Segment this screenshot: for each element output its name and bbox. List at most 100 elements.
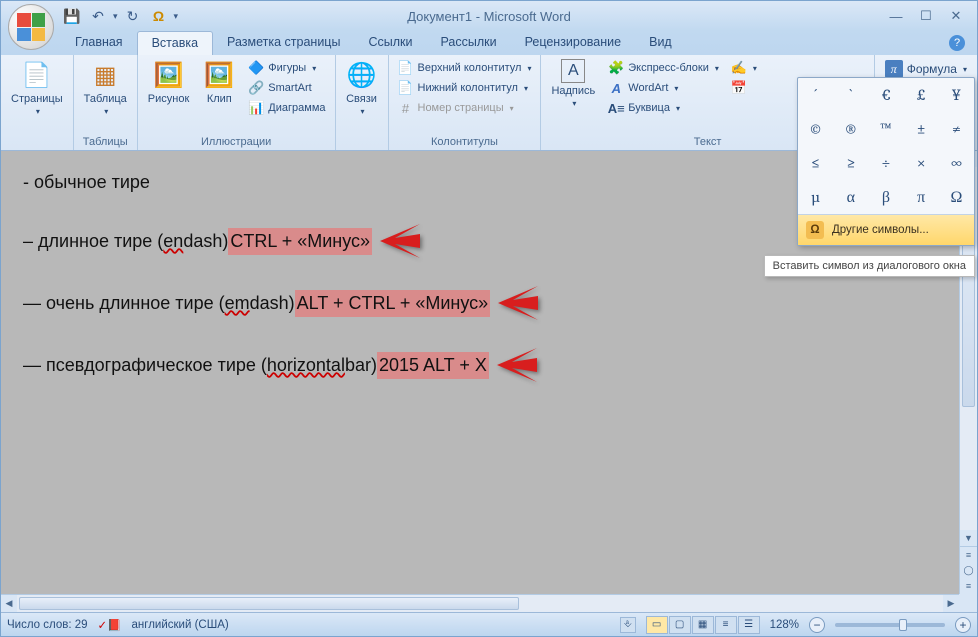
- symbol-cell[interactable]: ÷: [868, 146, 903, 180]
- symbol-cell[interactable]: £: [904, 78, 939, 112]
- office-button[interactable]: [8, 4, 54, 50]
- omega-icon: Ω: [806, 221, 824, 239]
- links-button[interactable]: 🌐 Связи▾: [340, 57, 384, 119]
- group-label: Таблицы: [78, 134, 133, 150]
- language-status[interactable]: английский (США): [132, 619, 229, 631]
- globe-icon: 🌐: [346, 59, 378, 91]
- insert-mode-icon[interactable]: ⎀: [620, 617, 636, 633]
- group-links: 🌐 Связи▾: [336, 55, 389, 150]
- redo-icon[interactable]: ↻: [122, 5, 144, 27]
- symbol-cell[interactable]: ∞: [939, 146, 974, 180]
- help-icon[interactable]: ?: [949, 35, 965, 51]
- dropcap-button[interactable]: A≡Буквица ▾: [605, 99, 722, 117]
- view-buttons: ▭ ▢ ▦ ≡ ☰: [646, 616, 760, 634]
- symbol-cell[interactable]: ≤: [798, 146, 833, 180]
- undo-icon[interactable]: ↶: [87, 5, 109, 27]
- picture-button[interactable]: 🖼️ Рисунок: [142, 57, 196, 107]
- horizontal-scrollbar[interactable]: ◀ ▶: [1, 594, 959, 612]
- signature-icon: ✍️: [731, 60, 747, 76]
- browse-object-icon[interactable]: ◯: [960, 562, 977, 578]
- scroll-left-icon[interactable]: ◀: [1, 595, 17, 612]
- group-pages: 📄 Страницы▾: [1, 55, 74, 150]
- symbol-cell[interactable]: ´: [798, 78, 833, 112]
- tab-references[interactable]: Ссылки: [354, 31, 426, 55]
- symbol-cell[interactable]: ®: [833, 112, 868, 146]
- zoom-out-button[interactable]: −: [809, 617, 825, 633]
- symbol-cell[interactable]: ±: [904, 112, 939, 146]
- symbol-cell[interactable]: Ω: [939, 180, 974, 214]
- zoom-thumb[interactable]: [899, 619, 907, 631]
- tab-review[interactable]: Рецензирование: [511, 31, 636, 55]
- hash-icon: #: [398, 100, 414, 116]
- quick-parts-button[interactable]: 🧩Экспресс-блоки ▾: [605, 59, 722, 77]
- textbox-button[interactable]: A Надпись▾: [545, 57, 601, 111]
- more-symbols-button[interactable]: Ω Другие символы...: [798, 214, 974, 245]
- wordart-icon: A: [608, 80, 624, 96]
- tab-mailings[interactable]: Рассылки: [426, 31, 510, 55]
- page-number-button[interactable]: #Номер страницы ▾: [395, 99, 535, 117]
- zoom-level[interactable]: 128%: [770, 619, 799, 631]
- symbol-cell[interactable]: €: [868, 78, 903, 112]
- group-tables: ▦ Таблица▾ Таблицы: [74, 55, 138, 150]
- scroll-down-icon[interactable]: ▼: [960, 530, 977, 546]
- tab-home[interactable]: Главная: [61, 31, 137, 55]
- print-layout-view[interactable]: ▭: [646, 616, 668, 634]
- word-count[interactable]: Число слов: 29: [7, 619, 88, 631]
- undo-dropdown-icon[interactable]: ▾: [113, 11, 118, 22]
- clip-button[interactable]: 🖼️ Клип: [197, 57, 241, 107]
- next-page-icon[interactable]: ≡: [960, 578, 977, 594]
- smartart-button[interactable]: 🔗SmartArt: [245, 79, 328, 97]
- symbol-cell[interactable]: ≠: [939, 112, 974, 146]
- close-button[interactable]: ✕: [945, 7, 967, 25]
- symbol-cell[interactable]: π: [904, 180, 939, 214]
- web-layout-view[interactable]: ▦: [692, 616, 714, 634]
- maximize-button[interactable]: ☐: [915, 7, 937, 25]
- chart-button[interactable]: 📊Диаграмма: [245, 99, 328, 117]
- scroll-thumb[interactable]: [19, 597, 519, 610]
- group-label: [5, 134, 69, 150]
- tab-view[interactable]: Вид: [635, 31, 686, 55]
- symbol-cell[interactable]: µ: [798, 180, 833, 214]
- symbol-qat-icon[interactable]: Ω: [148, 5, 170, 27]
- scroll-right-icon[interactable]: ▶: [943, 595, 959, 612]
- zoom-slider[interactable]: [835, 623, 945, 627]
- symbol-cell[interactable]: ™: [868, 112, 903, 146]
- save-icon[interactable]: 💾: [61, 5, 83, 27]
- qat-customize-icon[interactable]: ▾: [174, 11, 179, 22]
- tab-page-layout[interactable]: Разметка страницы: [213, 31, 354, 55]
- symbol-cell[interactable]: ¥: [939, 78, 974, 112]
- picture-icon: 🖼️: [153, 59, 185, 91]
- header-button[interactable]: 📄Верхний колонтитул ▾: [395, 59, 535, 77]
- draft-view[interactable]: ☰: [738, 616, 760, 634]
- prev-page-icon[interactable]: ≡: [960, 546, 977, 562]
- outline-view[interactable]: ≡: [715, 616, 737, 634]
- smartart-icon: 🔗: [248, 80, 264, 96]
- symbol-cell[interactable]: ©: [798, 112, 833, 146]
- wordart-button[interactable]: AWordArt ▾: [605, 79, 722, 97]
- symbol-cell[interactable]: β: [868, 180, 903, 214]
- signature-button[interactable]: ✍️▾: [728, 59, 760, 77]
- symbol-cell[interactable]: ×: [904, 146, 939, 180]
- symbol-cell[interactable]: ≥: [833, 146, 868, 180]
- ribbon-tabs: Главная Вставка Разметка страницы Ссылки…: [1, 31, 977, 55]
- proofing-icon[interactable]: ✓📕: [98, 618, 122, 632]
- group-label: [340, 134, 384, 150]
- footer-button[interactable]: 📄Нижний колонтитул ▾: [395, 79, 535, 97]
- datetime-button[interactable]: 📅: [728, 79, 760, 97]
- symbol-popup: ´`€£¥©®™±≠≤≥÷×∞µαβπΩ Ω Другие символы...: [797, 77, 975, 246]
- table-button[interactable]: ▦ Таблица▾: [78, 57, 133, 119]
- tab-insert[interactable]: Вставка: [137, 31, 213, 55]
- page-icon: 📄: [21, 59, 53, 91]
- symbol-cell[interactable]: `: [833, 78, 868, 112]
- quick-access-toolbar: 💾 ↶ ▾ ↻ Ω ▾: [61, 5, 178, 27]
- shapes-button[interactable]: 🔷Фигуры ▾: [245, 59, 328, 77]
- group-label: Иллюстрации: [142, 134, 331, 150]
- zoom-in-button[interactable]: +: [955, 617, 971, 633]
- ribbon: 📄 Страницы▾ ▦ Таблица▾ Таблицы 🖼️ Рисуно…: [1, 55, 977, 151]
- status-bar: Число слов: 29 ✓📕 английский (США) ⎀ ▭ ▢…: [1, 612, 977, 636]
- pages-button[interactable]: 📄 Страницы▾: [5, 57, 69, 119]
- title-bar: 💾 ↶ ▾ ↻ Ω ▾ Документ1 - Microsoft Word —…: [1, 1, 977, 31]
- symbol-cell[interactable]: α: [833, 180, 868, 214]
- full-screen-view[interactable]: ▢: [669, 616, 691, 634]
- minimize-button[interactable]: —: [885, 7, 907, 25]
